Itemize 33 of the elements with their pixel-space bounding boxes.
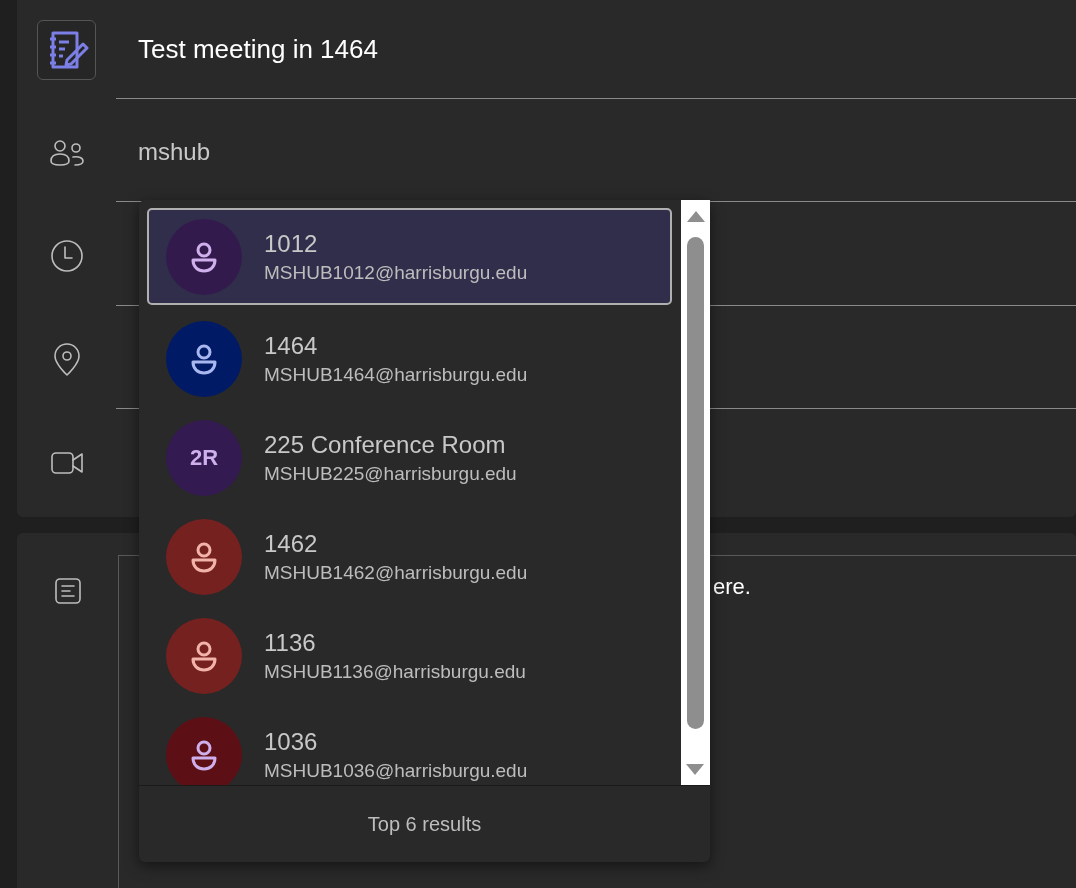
contact-name: 225 Conference Room [264,430,507,459]
contact-email: MSHUB225@harrisburgu.edu [264,462,517,485]
suggestion-item[interactable]: 1464 MSHUB1464@harrisburgu.edu [147,309,672,408]
contact-name: 1036 [264,727,319,756]
suggestion-item[interactable]: 1136 MSHUB1136@harrisburgu.edu [147,606,672,705]
people-icon [48,138,85,167]
contact-email: MSHUB1464@harrisburgu.edu [264,363,528,386]
scroll-up-icon[interactable] [685,209,706,223]
suggestion-item[interactable]: 1036 MSHUB1036@harrisburgu.edu [147,705,672,785]
contact-email: MSHUB1462@harrisburgu.edu [264,561,528,584]
suggestion-item[interactable]: 2R 225 Conference Room MSHUB225@harrisburgu.edu [147,408,672,507]
contact-email: MSHUB1136@harrisburgu.edu [264,660,526,683]
suggestion-item[interactable]: 1462 MSHUB1462@harrisburgu.edu [147,507,672,606]
contact-name: 1012 [264,229,319,258]
scrollbar-thumb[interactable] [687,237,704,729]
clock-icon [49,239,84,274]
title-field[interactable]: Test meeting in 1464 [138,33,378,65]
avatar-initials: 2R [189,444,219,471]
notes-icon [37,19,96,80]
contact-email: MSHUB1012@harrisburgu.edu [264,261,528,284]
details-text: ere. [713,574,751,600]
video-icon [49,450,84,477]
contact-name: 1462 [264,529,319,558]
attendees-field[interactable]: mshub [138,138,211,167]
scroll-down-icon[interactable] [685,763,705,777]
suggestion-item[interactable]: 1012 MSHUB1012@harrisburgu.edu [147,208,672,305]
contact-name: 1464 [264,331,319,360]
contact-name: 1136 [264,628,317,657]
scrollbar[interactable] [681,200,710,785]
results-count: Top 6 results [367,812,482,836]
document-icon [53,577,82,605]
contact-email: MSHUB1036@harrisburgu.edu [264,759,528,782]
location-icon [51,342,82,377]
